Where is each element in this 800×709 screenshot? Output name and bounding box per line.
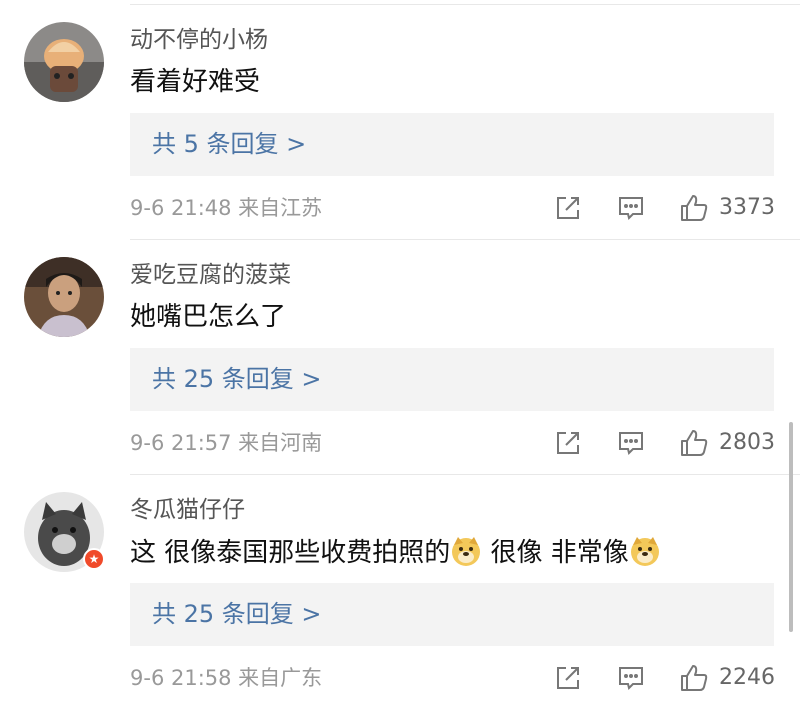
comment-text-part: 这 很像泰国那些收费拍照的 [130,538,451,568]
comment-text: 这 很像泰国那些收费拍照的 很像 非常像 [130,535,661,570]
doge-emoji [452,537,481,566]
comment-meta: 9-6 21:58 来自广东 [130,666,323,690]
username[interactable]: 爱吃豆腐的菠菜 [130,260,291,290]
username[interactable]: 冬瓜猫仔仔 [130,495,245,525]
username[interactable]: 动不停的小杨 [130,25,268,55]
like-icon[interactable] [679,663,709,693]
like-count: 2246 [719,665,775,690]
share-icon[interactable] [553,663,583,693]
like-icon[interactable] [679,193,709,223]
comment-list-screen: { "comments": [ { "username": "动不停的小杨", … [0,0,800,709]
comment-icon[interactable] [616,663,646,693]
divider [130,474,800,475]
comment-icon[interactable] [616,193,646,223]
view-replies-button[interactable]: 共 5 条回复 > [130,113,774,176]
comment-text: 看着好难受 [130,67,261,97]
view-replies-button[interactable]: 共 25 条回复 > [130,348,774,411]
verified-badge: ★ [83,548,105,570]
divider [130,4,800,5]
like-count: 3373 [719,195,775,220]
doge-emoji [630,537,659,566]
comment-text-part: 很像 非常像 [482,538,629,568]
share-icon[interactable] [553,193,583,223]
avatar[interactable] [24,257,104,337]
share-icon[interactable] [553,428,583,458]
comment-text: 她嘴巴怎么了 [130,302,287,332]
view-replies-button[interactable]: 共 25 条回复 > [130,583,774,646]
comment-icon[interactable] [616,428,646,458]
comment-meta: 9-6 21:57 来自河南 [130,431,323,455]
like-count: 2803 [719,430,775,455]
avatar[interactable] [24,22,104,102]
comment-meta: 9-6 21:48 来自江苏 [130,196,323,220]
divider [130,239,800,240]
scrollbar[interactable] [789,422,793,632]
like-icon[interactable] [679,428,709,458]
